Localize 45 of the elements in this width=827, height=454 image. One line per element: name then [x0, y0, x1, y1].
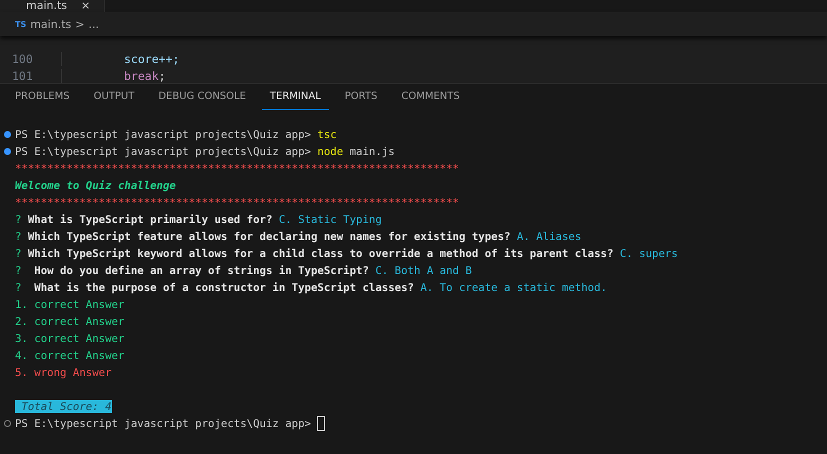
question-mark: ? [15, 247, 22, 260]
line-number: 101 [0, 68, 62, 82]
answer-text: A. Aliases [516, 230, 582, 243]
question-text: What is TypeScript primarily used for? [26, 213, 272, 226]
breadcrumb-more[interactable]: ... [88, 18, 99, 30]
result-text: 3. correct Answer [15, 332, 124, 345]
question-mark: ? [15, 281, 22, 294]
answer-text: C. Both A and B [374, 264, 472, 277]
asterisk-rule: ********************************************************************* [15, 196, 459, 209]
prompt-path: PS E:\typescript javascript projects\Quiz app> [15, 145, 311, 158]
code-line: score++; [124, 52, 180, 66]
prompt-path: PS E:\typescript javascript projects\Quiz app> [15, 128, 311, 141]
question-text: Which TypeScript feature allows for declaring new names for existing types? [26, 230, 510, 243]
answer-text: A. To create a static method. [419, 281, 607, 294]
question-text: Which TypeScript keyword allows for a child class to override a method of its parent class? [26, 247, 614, 260]
welcome-text: Welcome to Quiz challenge [15, 179, 176, 192]
result-text: 5. wrong Answer [15, 366, 112, 379]
breadcrumb-file[interactable]: main.ts [30, 18, 72, 30]
panel-tab[interactable]: PORTS [336, 84, 386, 110]
panel-tab[interactable]: DEBUG CONSOLE [150, 84, 254, 110]
answer-text: C. supers [618, 247, 678, 260]
panel-tab[interactable]: OUTPUT [86, 84, 142, 110]
command-text: tsc [316, 128, 337, 141]
question-mark: ? [15, 213, 22, 226]
panel-tab[interactable]: TERMINAL [262, 84, 329, 110]
command-text: node [316, 145, 344, 158]
total-score-text: Total Score: 4 [15, 400, 112, 413]
code-line: break; [124, 68, 166, 82]
answer-text: C. Static Typing [278, 213, 382, 226]
asterisk-rule: ********************************************************************* [15, 162, 459, 175]
breadcrumb-separator: > [75, 18, 84, 30]
typescript-file-icon: TS [15, 20, 26, 28]
editor-tab[interactable]: main.ts × [0, 0, 105, 12]
question-mark: ? [15, 264, 22, 277]
result-text: 2. correct Answer [15, 315, 124, 328]
command-argument: main.js [348, 145, 395, 158]
result-text: 1. correct Answer [15, 298, 124, 311]
question-text: How do you define an array of strings in TypeScript? [33, 264, 369, 277]
prompt-path: PS E:\typescript javascript projects\Quiz app> [15, 417, 311, 430]
question-mark: ? [15, 230, 22, 243]
question-text: What is the purpose of a constructor in TypeScript classes? [33, 281, 414, 294]
result-text: 4. correct Answer [15, 349, 124, 362]
panel-tab[interactable]: PROBLEMS [7, 84, 78, 110]
line-number: 100 [0, 52, 62, 66]
panel-tab[interactable]: COMMENTS [393, 84, 468, 110]
